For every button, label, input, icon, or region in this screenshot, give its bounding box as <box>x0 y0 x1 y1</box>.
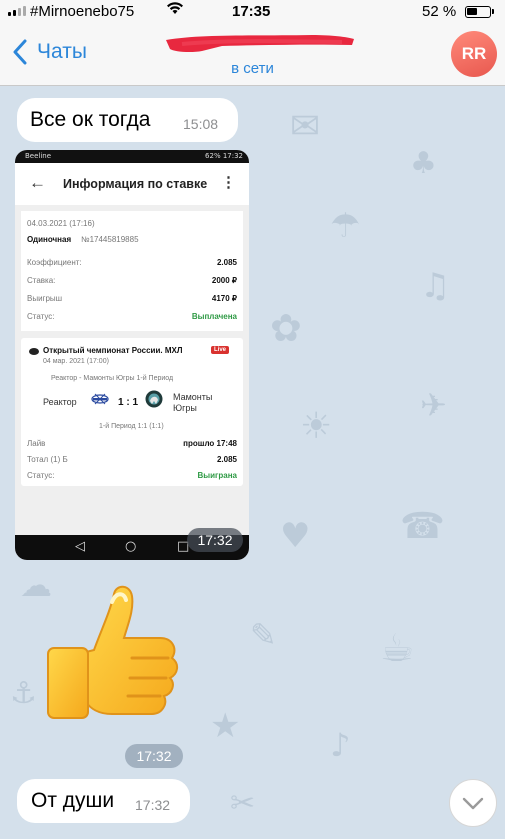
android-carrier: Beeline <box>25 152 52 160</box>
redacted-contact-name <box>166 35 354 53</box>
message-bubble[interactable]: Все ок тогда 15:08 <box>17 98 238 142</box>
doodle-pattern: ♥ <box>280 516 311 556</box>
row-value: 4170 ₽ <box>211 294 237 303</box>
battery-level <box>467 8 478 15</box>
detail-value: 2.085 <box>216 455 237 464</box>
image-message[interactable]: Beeline 62% 17:32 ← Информация по ставке… <box>15 150 249 560</box>
row-value: 2000 ₽ <box>211 276 237 285</box>
doodle-pattern: ♣ <box>410 146 437 181</box>
nav-back-icon: ◁ <box>75 539 85 554</box>
signal-icon <box>8 6 26 16</box>
app-bar: ← Информация по ставке ⋮ <box>15 163 249 205</box>
android-status-bar: Beeline 62% 17:32 <box>15 150 249 163</box>
battery-icon <box>465 6 491 18</box>
score: 1 : 1 <box>118 397 139 408</box>
detail-label: Лайв <box>27 439 46 448</box>
battery-tip <box>492 9 494 14</box>
nav-home-icon: ○ <box>125 539 137 554</box>
detail-label: Тотал (1) Б <box>27 455 68 464</box>
live-badge: Live <box>211 346 230 354</box>
league-name: Открытый чемпионат России. МХЛ <box>43 346 183 355</box>
detail-label: Статус: <box>27 471 55 480</box>
bet-date: 04.03.2021 (17:16) <box>27 219 95 228</box>
doodle-pattern: ✎ <box>250 616 277 654</box>
doodle-pattern: ✉ <box>290 106 321 147</box>
status-won: Выиграна <box>197 471 237 480</box>
doodle-pattern: ♫ <box>420 266 451 306</box>
app-body: 04.03.2021 (17:16) Одиночная №1744581988… <box>15 205 249 535</box>
bet-id: №17445819885 <box>81 235 139 244</box>
app-title: Информация по ставке <box>63 177 208 191</box>
image-time: 17:32 <box>187 528 243 552</box>
doodle-pattern: ☕ <box>380 626 415 670</box>
doodle-pattern: ★ <box>210 706 241 746</box>
thumbs-up-icon[interactable] <box>32 580 182 730</box>
message-time: 17:32 <box>135 797 171 813</box>
arrow-left-icon: ← <box>29 173 46 192</box>
doodle-pattern: ✿ <box>270 306 302 350</box>
chat-header: Чаты в сети RR <box>0 24 505 86</box>
android-status-right: 62% 17:32 <box>205 152 243 160</box>
event-match: Реактор - Мамонты Югры 1-й Период <box>51 375 174 382</box>
more-vert-icon: ⋮ <box>221 174 236 191</box>
row-label: Статус: <box>27 312 55 321</box>
event-date: 04 мар. 2021 (17:00) <box>43 358 109 365</box>
message-text: Все ок тогда <box>30 108 151 131</box>
battery-percentage: 52 % <box>422 3 457 20</box>
message-bubble[interactable]: От души 17:32 <box>17 779 190 823</box>
message-text: От души <box>31 789 115 812</box>
away-team-line1: Мамонты <box>173 392 213 402</box>
hockey-puck-icon <box>29 348 39 355</box>
row-value: 2.085 <box>216 258 237 267</box>
carrier-name: #Mirnoenebo75 <box>30 3 135 20</box>
detail-value: прошло 17:48 <box>183 439 237 448</box>
doodle-pattern: ✂ <box>230 786 256 821</box>
row-label: Ставка: <box>27 276 56 285</box>
online-status: в сети <box>231 60 274 77</box>
period-score: 1-й Период 1:1 (1:1) <box>99 423 164 430</box>
reaktor-logo-icon <box>91 393 109 405</box>
wifi-icon <box>166 1 184 19</box>
status-paid: Выплачена <box>191 312 237 321</box>
status-bar: #Mirnoenebo75 17:35 52 % <box>0 0 505 24</box>
clock: 17:35 <box>232 3 271 20</box>
doodle-pattern: ☂ <box>330 206 361 246</box>
scroll-down-button[interactable] <box>449 779 497 827</box>
bet-summary-card: 04.03.2021 (17:16) Одиночная №1744581988… <box>21 211 243 331</box>
doodle-pattern: ♪ <box>330 726 351 764</box>
avatar[interactable]: RR <box>451 31 497 77</box>
message-time: 15:08 <box>183 116 219 132</box>
home-team: Реактор <box>43 397 77 407</box>
doodle-pattern: ☎ <box>400 506 445 547</box>
away-team-line2: Югры <box>173 403 197 413</box>
chevron-down-icon <box>462 797 484 810</box>
row-label: Выигрыш <box>27 294 63 303</box>
sticker-time: 17:32 <box>125 744 183 768</box>
bet-type: Одиночная <box>27 235 72 244</box>
event-card: Открытый чемпионат России. МХЛ Live 04 м… <box>21 338 243 486</box>
doodle-pattern: ✈ <box>420 386 447 424</box>
doodle-pattern: ☀ <box>300 406 333 447</box>
mamonty-logo-icon <box>145 390 163 408</box>
row-label: Коэффициент: <box>27 258 82 267</box>
